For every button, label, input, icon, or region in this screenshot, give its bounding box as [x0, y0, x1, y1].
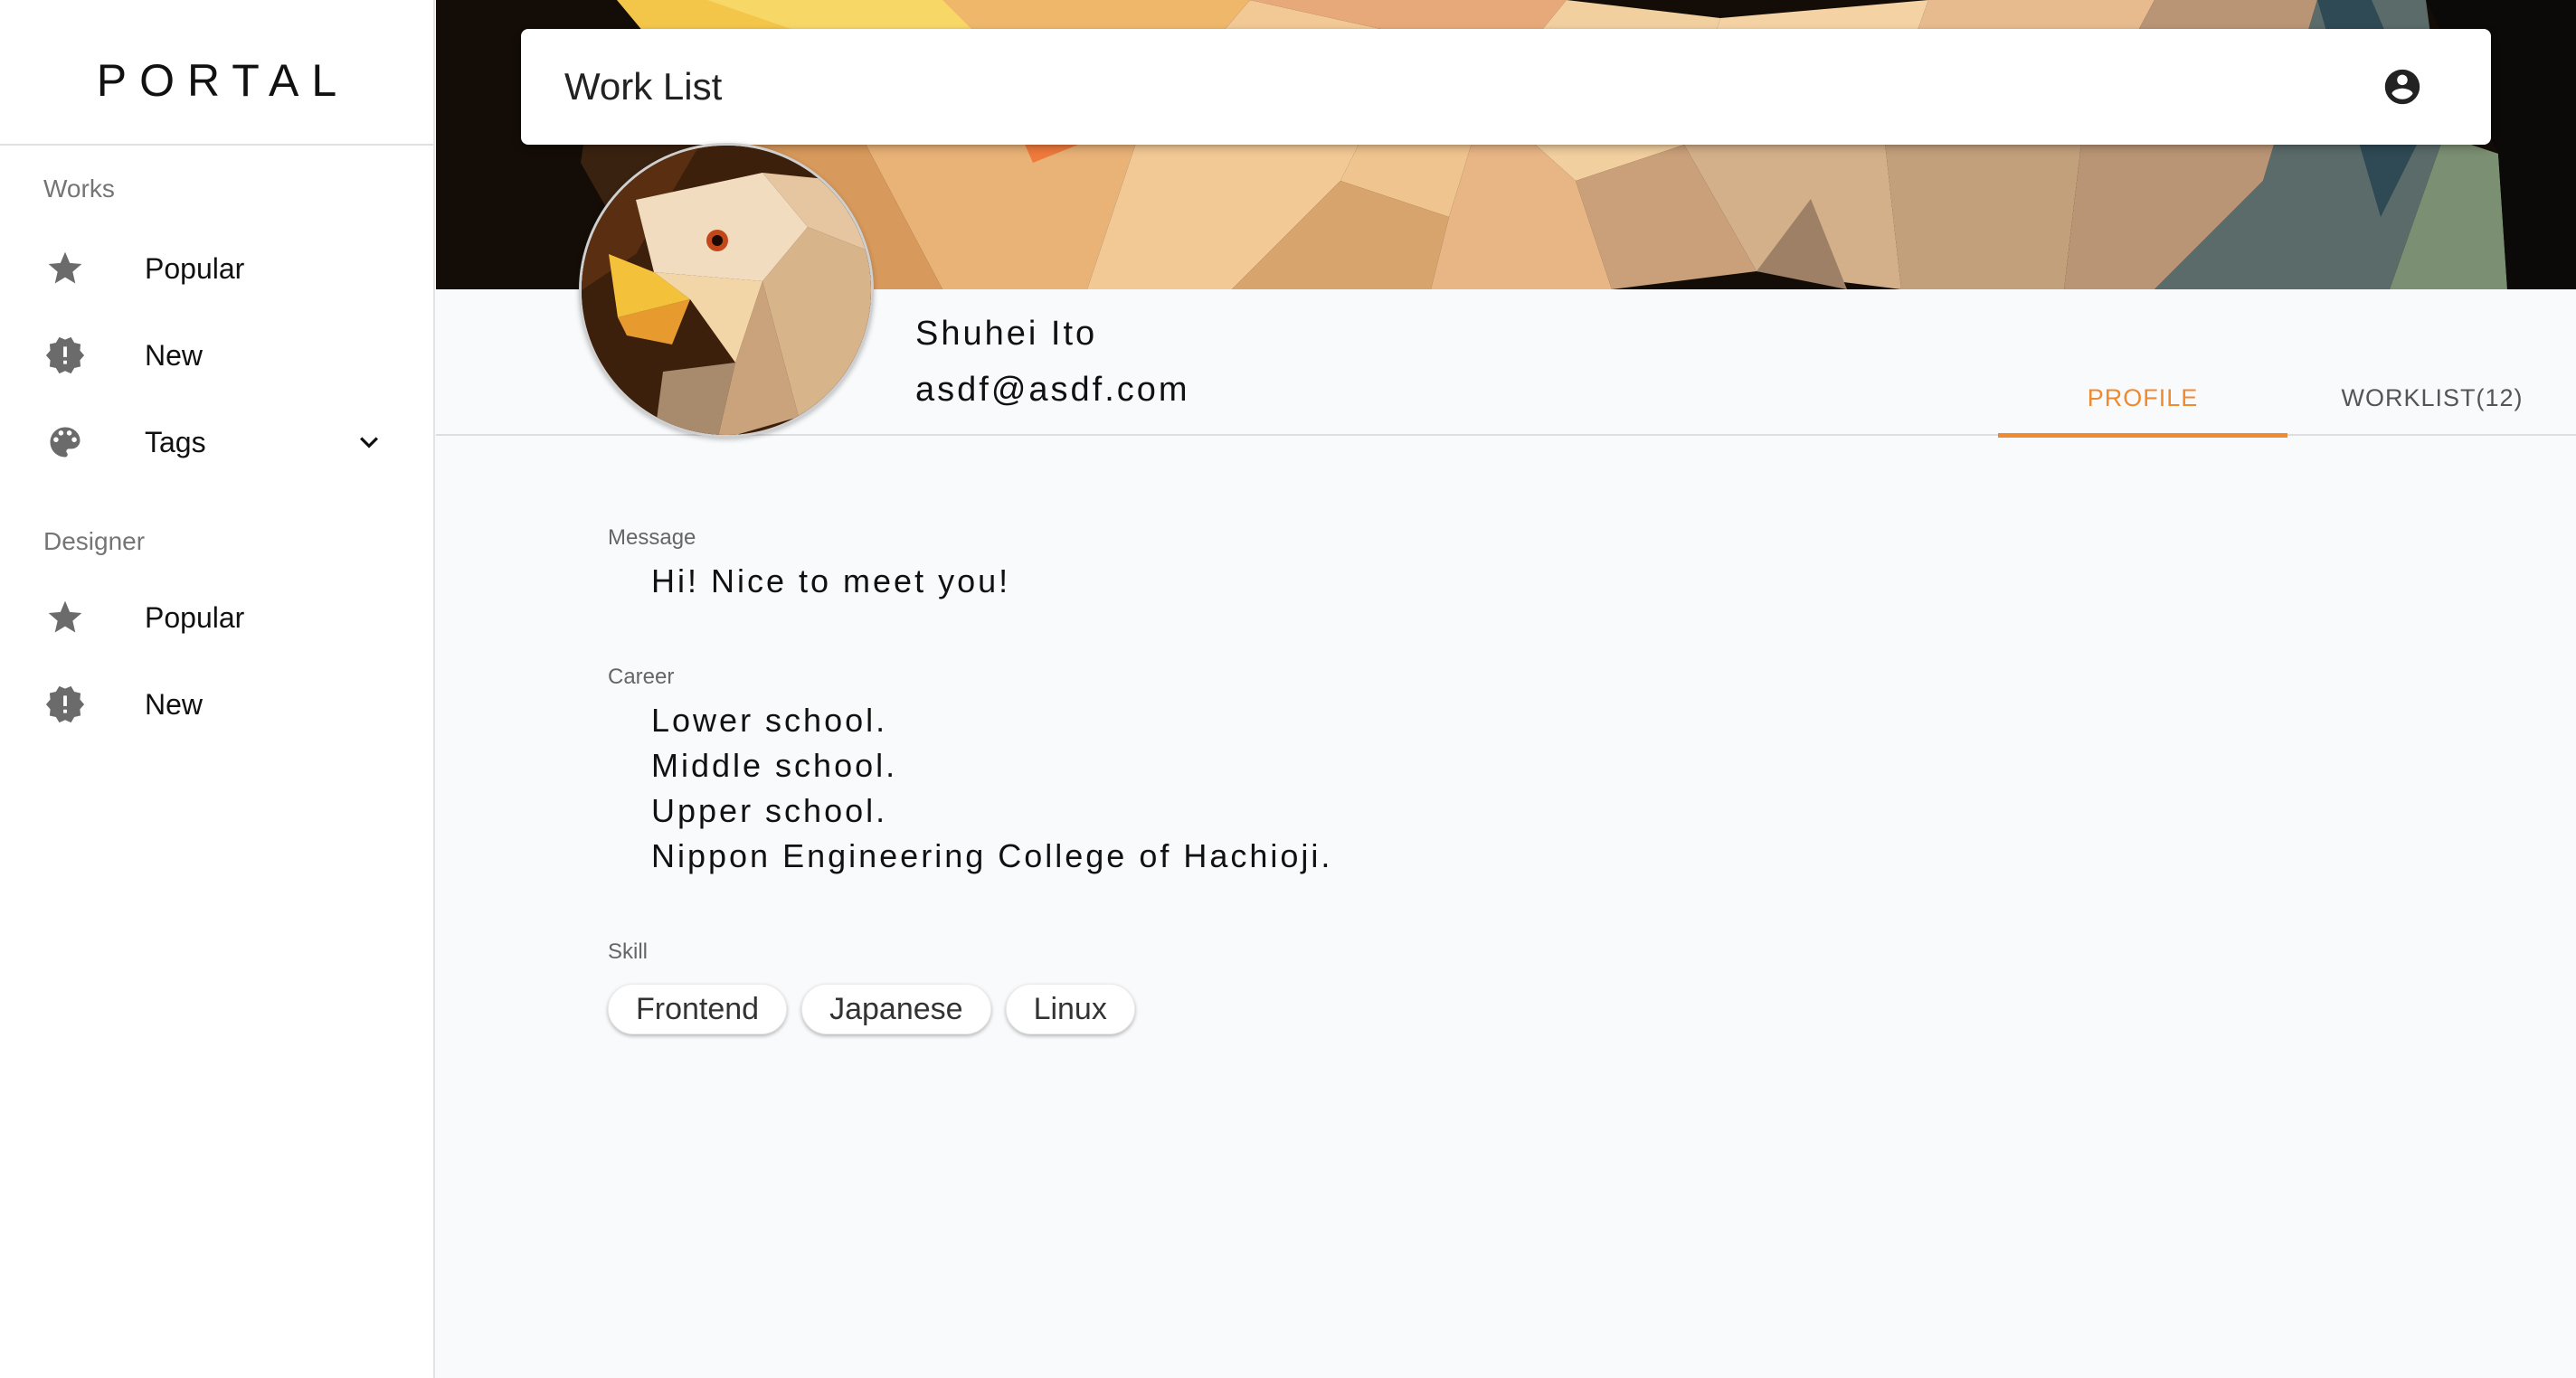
career-line: Lower school.	[651, 702, 888, 739]
brand-logo[interactable]: PORTAL	[0, 0, 433, 146]
star-icon	[43, 596, 87, 639]
sidebar-item-works-tags[interactable]: Tags	[0, 399, 433, 486]
message-text: Hi! Nice to meet you!	[651, 562, 1011, 599]
career-line: Middle school.	[651, 747, 898, 784]
works-section-title: Works	[43, 175, 115, 203]
star-icon	[43, 247, 87, 290]
sidebar-item-label: New	[145, 338, 204, 372]
sidebar-item-designer-new[interactable]: New	[0, 661, 433, 748]
main-content: Work List Shuhei Ito asdf@asdf.com PROFI…	[436, 0, 2576, 1378]
app-bar: Work List	[521, 29, 2491, 145]
skill-chip[interactable]: Frontend	[608, 984, 788, 1034]
sidebar-item-label: New	[145, 687, 204, 721]
palette-icon	[43, 420, 87, 464]
sidebar-item-label: Tags	[145, 425, 206, 458]
sidebar-item-label: Popular	[145, 251, 245, 285]
sidebar-item-works-new[interactable]: New	[0, 312, 433, 399]
sidebar-item-label: Popular	[145, 600, 245, 634]
avatar	[579, 143, 874, 438]
skill-chip[interactable]: Linux	[1005, 984, 1135, 1034]
sidebar-item-designer-popular[interactable]: Popular	[0, 574, 433, 661]
chevron-down-icon[interactable]	[351, 424, 387, 460]
sidebar-item-works-popular[interactable]: Popular	[0, 225, 433, 312]
skill-label: Skill	[608, 939, 649, 964]
app-bar-title: Work List	[564, 65, 723, 108]
user-name: Shuhei Ito	[915, 315, 1098, 353]
career-text: Lower school. Middle school. Upper schoo…	[608, 698, 1332, 879]
tab-profile[interactable]: PROFILE	[1998, 360, 2287, 438]
user-email: asdf@asdf.com	[915, 371, 1190, 409]
new-badge-icon	[43, 683, 87, 726]
designer-section-title: Designer	[43, 527, 146, 555]
new-badge-icon	[43, 334, 87, 377]
career-label: Career	[608, 665, 675, 689]
career-line: Nippon Engineering College of Hachioji.	[651, 837, 1333, 874]
message-label: Message	[608, 525, 696, 550]
sidebar: PORTAL Works Popular New Tags Designer P…	[0, 0, 435, 1378]
skill-chips: Frontend Japanese Linux	[608, 984, 1332, 1034]
tab-worklist[interactable]: WORKLIST(12)	[2287, 360, 2576, 436]
career-line: Upper school.	[651, 792, 888, 829]
account-circle-icon[interactable]	[2381, 65, 2424, 109]
app-root: PORTAL Works Popular New Tags Designer P…	[0, 0, 2576, 1378]
profile-details: Message Hi! Nice to meet you! Career Low…	[608, 524, 1332, 1034]
skill-chip[interactable]: Japanese	[801, 984, 991, 1034]
